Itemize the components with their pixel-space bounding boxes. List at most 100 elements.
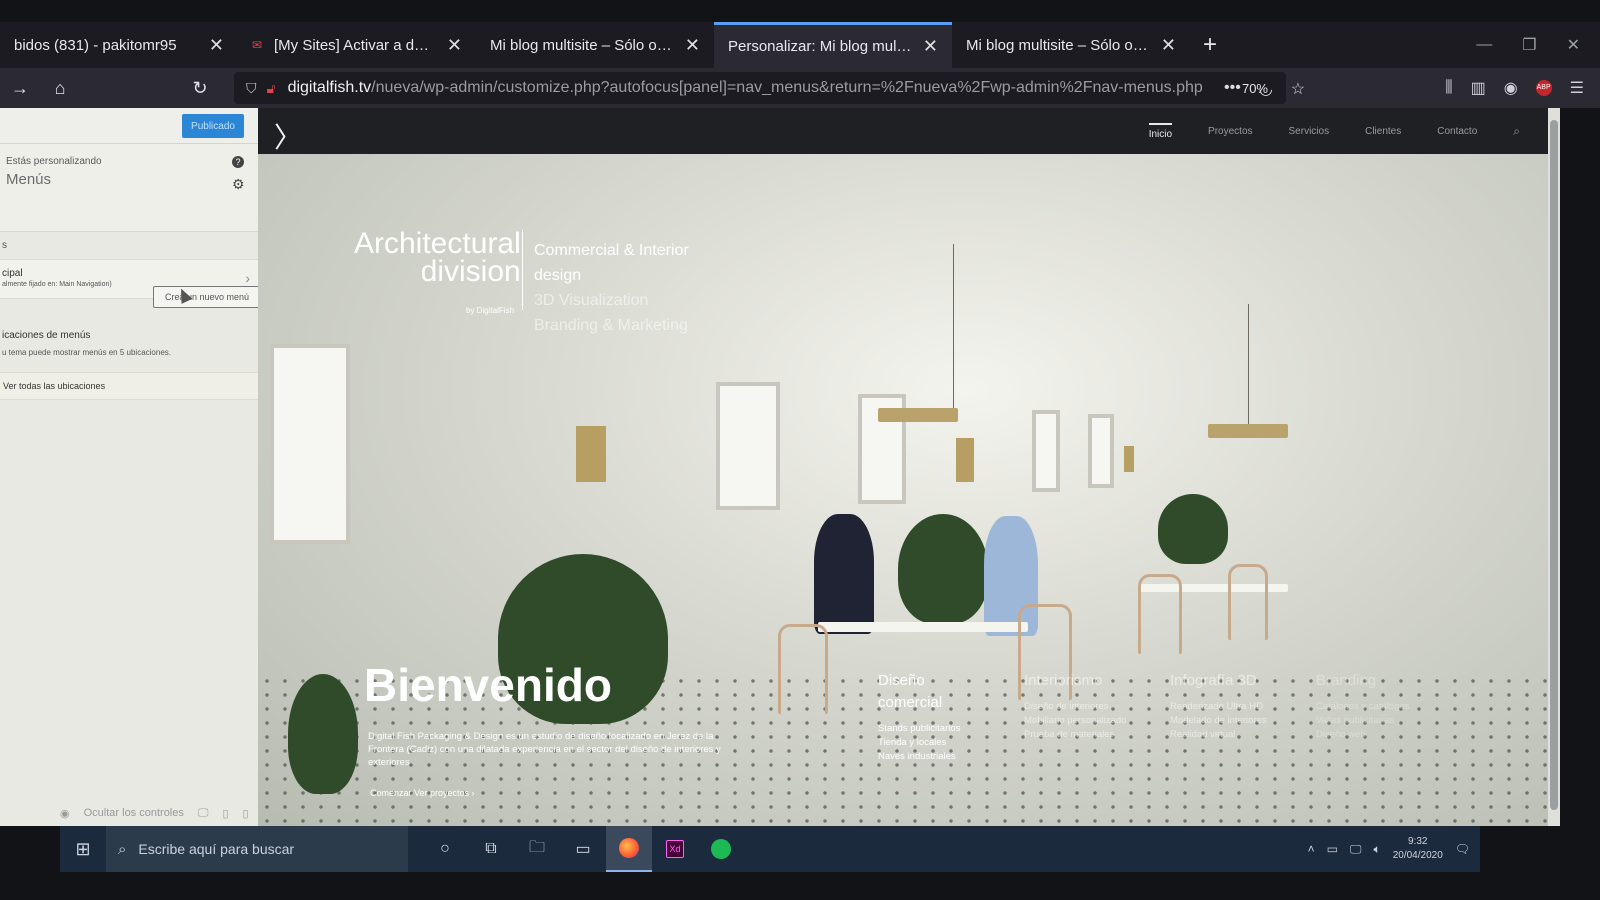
close-tab-icon[interactable]: ✕: [209, 35, 224, 56]
scrollbar-thumb[interactable]: [1550, 120, 1558, 810]
chevron-right-icon: ›: [245, 270, 250, 286]
create-menu-button[interactable]: Crea un nuevo menú: [153, 286, 261, 308]
help-icon[interactable]: ?: [232, 156, 244, 168]
chair: [1228, 564, 1268, 640]
toolbar-right: ⫼ ▥ ◉ ABP ☰: [1445, 68, 1584, 108]
more-actions-icon[interactable]: •••: [1224, 79, 1241, 99]
account-icon[interactable]: ◉: [1504, 78, 1518, 98]
brand-byline: by DigitalFish: [466, 306, 515, 315]
column-item[interactable]: Mobiliario personalizado: [1024, 714, 1126, 728]
close-tab-icon[interactable]: ✕: [1161, 35, 1176, 56]
column-item[interactable]: Diseño de interiores: [1024, 700, 1126, 714]
spotify-icon[interactable]: [698, 826, 744, 872]
network-icon[interactable]: 🖵︎: [1350, 842, 1362, 857]
mobile-preview-icon[interactable]: ▯: [243, 807, 249, 820]
browser-tab-bar: bidos (831) - pakitomr95 ✕ ✉ [My Sites] …: [0, 22, 1600, 68]
menu-hamburger-icon[interactable]: ☰: [1570, 78, 1584, 98]
file-explorer-icon[interactable]: 🗀︎: [514, 826, 560, 872]
column-item[interactable]: Renderizado Ultra HD: [1170, 700, 1267, 714]
close-window-icon[interactable]: ✕: [1567, 35, 1580, 55]
task-view-icon[interactable]: ⧉: [468, 826, 514, 872]
tab-3[interactable]: Mi blog multisite – Sólo otro sitio ✕: [476, 22, 714, 68]
url-text[interactable]: digitalfish.tv/nueva/wp-admin/customize.…: [288, 79, 1226, 97]
library-icon[interactable]: ⫼: [1445, 79, 1452, 97]
column-item[interactable]: Stands publicitarios: [878, 722, 960, 736]
tab-title: bidos (831) - pakitomr95: [14, 36, 177, 54]
taskbar-search[interactable]: ⌕ Escribe aquí para buscar: [106, 826, 408, 872]
plant: [898, 514, 988, 624]
chair: [778, 624, 828, 714]
adblock-icon[interactable]: ABP: [1535, 80, 1552, 96]
address-bar[interactable]: ⛉ 🔓︎ digitalfish.tv/nueva/wp-admin/custo…: [234, 72, 1286, 104]
url-path: /nueva/wp-admin/customize.php?autofocus[…: [371, 79, 1203, 96]
column-item[interactable]: Naves industriales: [878, 750, 960, 764]
column-item[interactable]: Realidad virtual: [1170, 728, 1267, 742]
hide-controls-icon[interactable]: ◉: [60, 807, 70, 820]
pocket-icon[interactable]: ◡: [1259, 79, 1273, 99]
pendant-lamp: [1208, 424, 1288, 438]
restore-icon[interactable]: ❐: [1522, 35, 1536, 55]
publish-button[interactable]: Publicado: [182, 114, 244, 138]
view-all-locations[interactable]: Ver todas las ubicaciones ›: [0, 372, 268, 400]
close-tab-icon[interactable]: ✕: [923, 36, 938, 57]
welcome-heading: Bienvenido: [364, 659, 612, 711]
customizer-section-info: Estás personalizando Menús ? ⚙: [0, 144, 258, 232]
wall-frame: [270, 344, 350, 544]
hide-controls-label[interactable]: Ocultar los controles: [84, 807, 184, 820]
windows-start-icon[interactable]: ⊞: [60, 826, 106, 872]
welcome-cta-link[interactable]: Comenzar Ver proyectos ›: [370, 788, 475, 798]
search-icon[interactable]: ⌕: [1513, 124, 1520, 139]
volume-icon[interactable]: 🔈︎: [1374, 842, 1381, 857]
service-item: Commercial & Interior: [534, 242, 689, 259]
nav-clientes[interactable]: Clientes: [1365, 126, 1401, 137]
clock-date: 20/04/2020: [1392, 850, 1443, 861]
sidebar-icon[interactable]: ▥: [1471, 78, 1486, 98]
firefox-icon[interactable]: [606, 826, 652, 872]
column-item[interactable]: Tienda y locales: [878, 736, 960, 750]
cortana-icon[interactable]: ○: [422, 826, 468, 872]
customizing-label: Estás personalizando: [6, 156, 102, 167]
column-item[interactable]: Vallas publicitarias: [1316, 714, 1409, 728]
new-tab-icon[interactable]: +: [1190, 22, 1230, 68]
site-logo-icon[interactable]: 〉: [274, 116, 302, 156]
shield-icon[interactable]: ⛉: [246, 80, 257, 97]
tab-2[interactable]: ✉ [My Sites] Activar a desarollo ✕: [238, 22, 476, 68]
close-tab-icon[interactable]: ✕: [447, 35, 462, 56]
adobe-xd-icon[interactable]: Xd: [652, 826, 698, 872]
insecure-lock-icon[interactable]: 🔓︎: [267, 80, 276, 97]
notifications-icon[interactable]: 🗨︎: [1455, 842, 1470, 856]
wall-sconce: [1124, 446, 1134, 472]
gear-icon[interactable]: ⚙: [232, 176, 245, 193]
back-icon[interactable]: →: [0, 68, 40, 108]
reload-icon[interactable]: ↻: [180, 68, 220, 108]
minimize-icon[interactable]: —: [1476, 36, 1492, 54]
services-list: Commercial & Interior design 3D Visualiz…: [534, 238, 689, 338]
column-title: Infografía 3D: [1170, 672, 1257, 689]
tablet-preview-icon[interactable]: ▯: [222, 807, 228, 820]
windows-taskbar: ⊞ ⌕ Escribe aquí para buscar ○ ⧉ 🗀︎ ▭ Xd…: [60, 826, 1480, 872]
brand-line-1: Architectural: [354, 227, 521, 260]
close-tab-icon[interactable]: ✕: [685, 35, 700, 56]
tab-title: Mi blog multisite – Sólo otro sitio: [490, 36, 675, 54]
nav-inicio[interactable]: Inicio: [1148, 122, 1173, 140]
preview-scrollbar[interactable]: [1548, 108, 1560, 826]
home-icon[interactable]: ⌂: [40, 68, 80, 108]
tab-1[interactable]: bidos (831) - pakitomr95 ✕: [0, 22, 238, 68]
tab-5[interactable]: Mi blog multisite – Sólo otro sitio ✕: [952, 22, 1190, 68]
app-window-icon[interactable]: ▭: [560, 826, 606, 872]
chevron-up-icon[interactable]: ˄: [1308, 842, 1315, 856]
xd-logo-icon: Xd: [666, 840, 684, 858]
bookmark-star-icon[interactable]: ☆: [1291, 79, 1305, 99]
nav-contacto[interactable]: Contacto: [1437, 126, 1477, 137]
nav-proyectos[interactable]: Proyectos: [1208, 126, 1252, 137]
desktop-preview-icon[interactable]: 🖵︎: [198, 807, 209, 820]
column-item[interactable]: Diseño web: [1316, 728, 1409, 742]
hero-image: Architectural division by DigitalFish Co…: [258, 154, 1548, 826]
column-item[interactable]: Modelado de interiores: [1170, 714, 1267, 728]
clock[interactable]: 9:32 20/04/2020: [1393, 835, 1443, 863]
column-item[interactable]: Prueba de materiales: [1024, 728, 1126, 742]
battery-icon[interactable]: ▭: [1327, 842, 1338, 856]
nav-servicios[interactable]: Servicios: [1289, 126, 1330, 137]
column-item[interactable]: Catálogos y catálogos: [1316, 700, 1409, 714]
tab-4-active[interactable]: Personalizar: Mi blog multisite – Sólo ✕: [714, 22, 952, 68]
